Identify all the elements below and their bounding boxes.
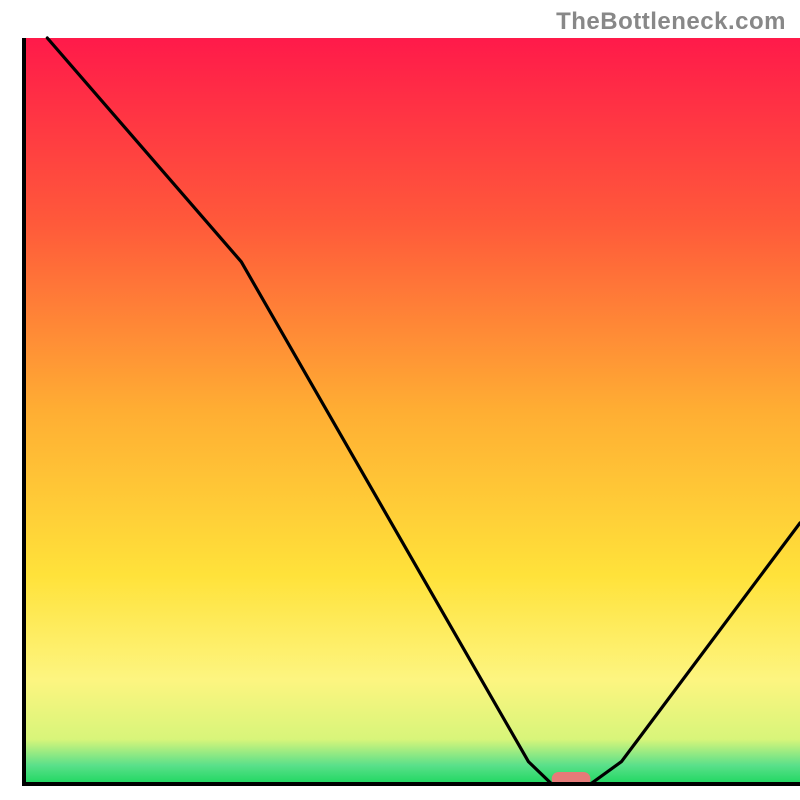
chart-canvas bbox=[0, 0, 800, 800]
gradient-background bbox=[24, 38, 800, 784]
bottleneck-chart: TheBottleneck.com bbox=[0, 0, 800, 800]
watermark-text: TheBottleneck.com bbox=[556, 8, 786, 36]
